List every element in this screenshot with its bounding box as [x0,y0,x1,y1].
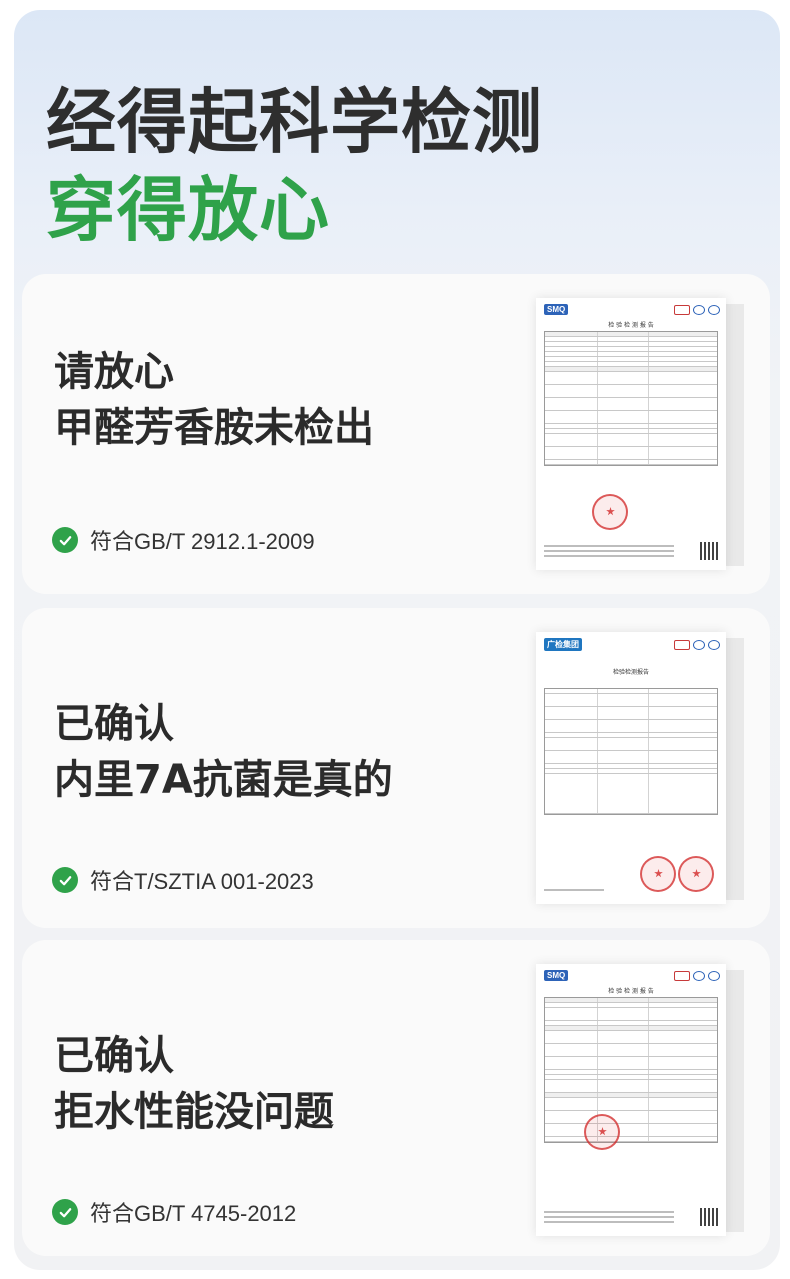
report-title: 检 验 检 测 报 告 [608,988,654,995]
check-circle-icon [52,527,78,553]
report-header: SMQ [536,964,726,983]
standard-badge: 符合T/SZTIA 001-2023 [52,864,314,896]
report-title: 检验检测报告 [612,669,649,676]
ilac-mark-icon [708,639,720,650]
report-logo: SMQ [544,970,569,981]
test-card-antibacterial: 已确认 内里7A抗菌是真的 符合T/SZTIA 001-2023 广检集团 检验… [22,608,770,928]
page-frame: 经得起科学检测 穿得放心 请放心 甲醛芳香胺未检出 符合GB/T 2912.1-… [14,10,780,1270]
report-logo: SMQ [544,304,569,315]
cma-mark-icon [674,639,690,650]
red-seal-stamp [592,494,628,530]
standard-badge: 符合GB/T 4745-2012 [52,1196,296,1228]
card-title-line2: 内里7A抗菌是真的 [54,757,393,803]
cnas-mark-icon [693,304,705,315]
red-seal-stamp [678,856,714,892]
report-footer [544,545,674,560]
cma-mark-icon [674,304,690,315]
report-footer [544,889,604,894]
test-card-formaldehyde: 请放心 甲醛芳香胺未检出 符合GB/T 2912.1-2009 SMQ 检 验 … [22,274,770,594]
standard-text: 符合T/SZTIA 001-2023 [90,869,314,894]
certification-marks [674,304,720,315]
cma-mark-icon [674,970,690,981]
card-title-line1: 请放心 [54,349,174,395]
red-seal-stamp [640,856,676,892]
report-logo: 广检集团 [544,638,582,651]
hero-subtitle: 穿得放心 [46,169,330,251]
report-edge [726,638,744,900]
test-report-image: SMQ 检 验 检 测 报 告 [536,964,726,1236]
check-circle-icon [52,1199,78,1225]
report-table [544,688,718,815]
card-title-line1: 已确认 [54,701,174,747]
report-header: SMQ [536,298,726,317]
report-header: 广检集团 [536,632,726,653]
report-title: 检 验 检 测 报 告 [608,322,654,329]
cnas-mark-icon [693,970,705,981]
standard-badge: 符合GB/T 2912.1-2009 [52,524,315,556]
card-title-line1: 已确认 [54,1033,174,1079]
card-title-line2: 甲醛芳香胺未检出 [54,405,374,451]
test-card-water-repellency: 已确认 拒水性能没问题 符合GB/T 4745-2012 SMQ 检 验 检 测… [22,940,770,1256]
qr-code-icon [700,1208,718,1226]
report-table [544,997,718,1143]
qr-code-icon [700,542,718,560]
hero-title: 经得起科学检测 [46,81,543,163]
standard-text: 符合GB/T 2912.1-2009 [90,529,315,554]
report-edge [726,970,744,1232]
test-report-image: 广检集团 检验检测报告 [536,632,726,904]
check-circle-icon [52,867,78,893]
ilac-mark-icon [708,970,720,981]
hero-heading: 经得起科学检测 穿得放心 [46,78,543,254]
report-table [544,331,718,466]
certification-marks [674,970,720,981]
report-edge [726,304,744,566]
test-report-image: SMQ 检 验 检 测 报 告 [536,298,726,570]
cnas-mark-icon [693,639,705,650]
report-footer [544,1211,674,1226]
card-title-line2: 拒水性能没问题 [54,1089,334,1135]
red-seal-stamp [584,1114,620,1150]
certification-marks [674,639,720,650]
standard-text: 符合GB/T 4745-2012 [90,1201,297,1226]
ilac-mark-icon [708,304,720,315]
